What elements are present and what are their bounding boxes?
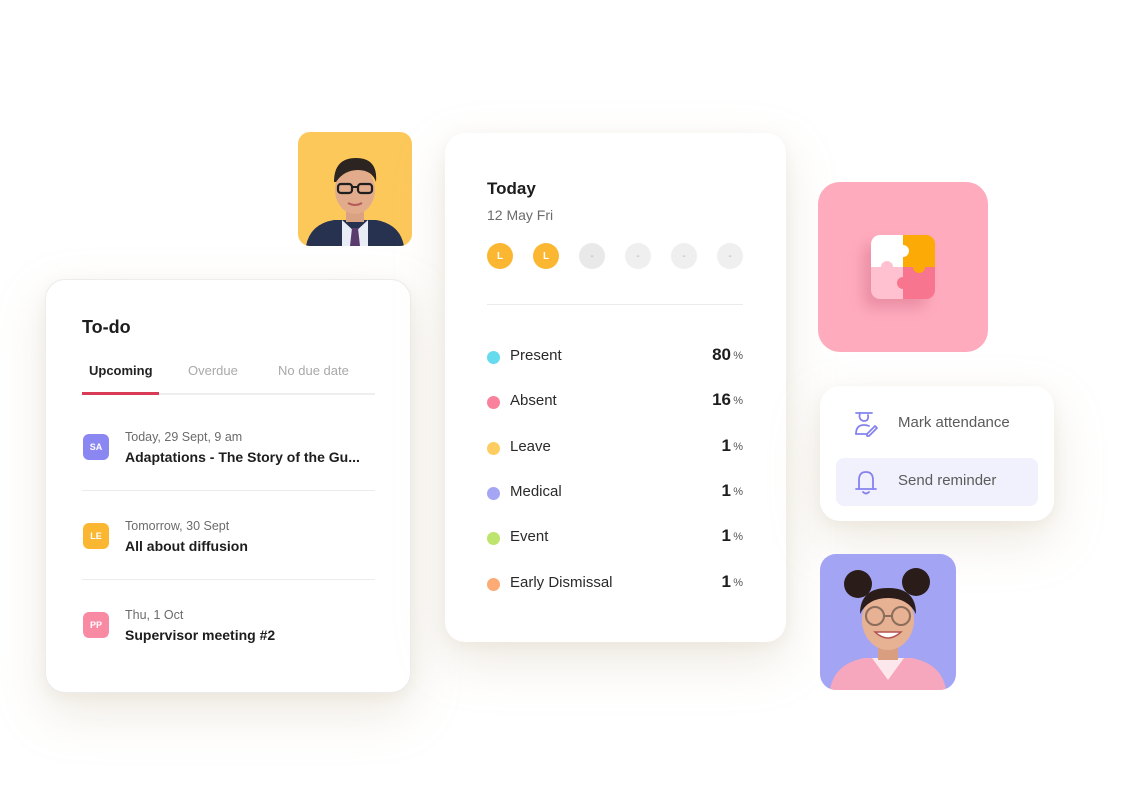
assignee-badge: PP bbox=[83, 612, 109, 638]
period-indicator[interactable]: - bbox=[671, 243, 697, 269]
attendance-today-card: Today 12 May Fri L L - - - - Present 80 … bbox=[445, 133, 786, 642]
stat-value: 16 bbox=[712, 390, 731, 409]
stat-label: Present bbox=[510, 347, 562, 364]
stat-row-leave: Leave 1 % bbox=[487, 436, 743, 460]
period-indicator[interactable]: - bbox=[579, 243, 605, 269]
todo-item-name: Supervisor meeting #2 bbox=[125, 627, 276, 643]
teacher-avatar-illustration bbox=[830, 568, 946, 690]
teacher-photo bbox=[820, 554, 956, 690]
stat-value: 1 bbox=[721, 481, 731, 500]
tab-upcoming[interactable]: Upcoming bbox=[89, 363, 153, 378]
assignee-badge: SA bbox=[83, 434, 109, 460]
todo-item-date: Thu, 1 Oct bbox=[125, 608, 184, 622]
stat-row-medical: Medical 1 % bbox=[487, 481, 743, 505]
stat-label: Leave bbox=[510, 438, 551, 455]
stat-unit: % bbox=[733, 350, 743, 362]
student-photo bbox=[298, 132, 412, 246]
stat-label: Early Dismissal bbox=[510, 574, 613, 591]
bell-icon bbox=[855, 471, 877, 495]
divider bbox=[487, 304, 743, 305]
todo-title: To-do bbox=[82, 317, 131, 337]
puzzle-tile bbox=[818, 182, 988, 352]
send-reminder-button[interactable]: Send reminder bbox=[836, 458, 1038, 506]
status-dot bbox=[487, 442, 500, 455]
stat-unit: % bbox=[733, 486, 743, 498]
stat-unit: % bbox=[733, 441, 743, 453]
todo-tabs: Upcoming Overdue No due date bbox=[82, 363, 375, 395]
today-date: 12 May Fri bbox=[487, 207, 554, 223]
status-dot bbox=[487, 351, 500, 364]
divider bbox=[82, 490, 375, 491]
period-indicator[interactable]: L bbox=[487, 243, 513, 269]
todo-item[interactable]: SA Today, 29 Sept, 9 am Adaptations - Th… bbox=[82, 430, 375, 519]
status-dot bbox=[487, 578, 500, 591]
todo-card: To-do Upcoming Overdue No due date SA To… bbox=[45, 279, 411, 693]
todo-item-date: Today, 29 Sept, 9 am bbox=[125, 430, 243, 444]
today-title: Today bbox=[487, 179, 536, 198]
tab-overdue[interactable]: Overdue bbox=[188, 363, 238, 378]
student-avatar-illustration bbox=[306, 158, 404, 246]
stat-row-present: Present 80 % bbox=[487, 345, 743, 369]
assignee-badge: LE bbox=[83, 523, 109, 549]
todo-item-name: All about diffusion bbox=[125, 538, 248, 554]
stat-value: 1 bbox=[721, 436, 731, 455]
stat-row-early-dismissal: Early Dismissal 1 % bbox=[487, 572, 743, 596]
status-dot bbox=[487, 532, 500, 545]
stat-value: 1 bbox=[721, 526, 731, 545]
active-tab-indicator bbox=[82, 392, 159, 395]
status-dot bbox=[487, 487, 500, 500]
stat-row-absent: Absent 16 % bbox=[487, 390, 743, 414]
stat-unit: % bbox=[733, 395, 743, 407]
stat-label: Medical bbox=[510, 483, 562, 500]
puzzle-icon bbox=[863, 235, 935, 308]
send-reminder-label: Send reminder bbox=[898, 472, 997, 489]
stat-row-event: Event 1 % bbox=[487, 526, 743, 550]
todo-item[interactable]: PP Thu, 1 Oct Supervisor meeting #2 bbox=[82, 608, 375, 697]
mark-attendance-icon bbox=[855, 412, 878, 437]
stat-unit: % bbox=[733, 531, 743, 543]
stat-value: 1 bbox=[721, 572, 731, 591]
todo-item-name: Adaptations - The Story of the Gu... bbox=[125, 449, 360, 465]
status-dot bbox=[487, 396, 500, 409]
stat-value: 80 bbox=[712, 345, 731, 364]
divider bbox=[82, 579, 375, 580]
tab-no-due-date[interactable]: No due date bbox=[278, 363, 349, 378]
period-indicators: L L - - - - bbox=[487, 243, 743, 269]
period-indicator[interactable]: L bbox=[533, 243, 559, 269]
stat-label: Event bbox=[510, 528, 549, 545]
mark-attendance-button[interactable]: Mark attendance bbox=[836, 400, 1038, 448]
mark-attendance-label: Mark attendance bbox=[898, 414, 1010, 431]
quick-actions-card: Mark attendance Send reminder bbox=[820, 386, 1054, 521]
stat-unit: % bbox=[733, 577, 743, 589]
todo-item-date: Tomorrow, 30 Sept bbox=[125, 519, 230, 533]
period-indicator[interactable]: - bbox=[625, 243, 651, 269]
period-indicator[interactable]: - bbox=[717, 243, 743, 269]
todo-item[interactable]: LE Tomorrow, 30 Sept All about diffusion bbox=[82, 519, 375, 608]
stat-label: Absent bbox=[510, 392, 557, 409]
